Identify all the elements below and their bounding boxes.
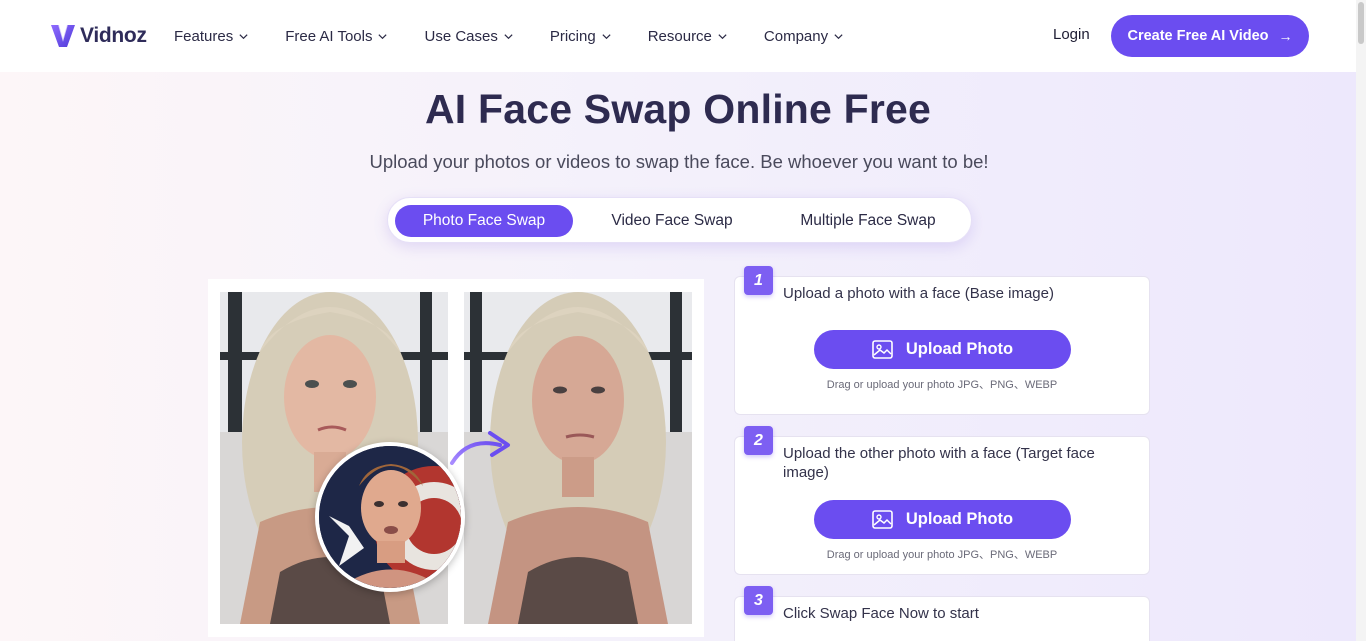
nav-item-label: Features (174, 27, 234, 45)
upload-button-label: Upload Photo (905, 340, 1014, 358)
nav-item-pricing[interactable]: Pricing (550, 24, 612, 48)
chevron-down-icon (602, 33, 611, 39)
upload-hint: Drag or upload your photo JPG、PNG、WEBP (826, 549, 1058, 561)
vidnoz-logo-icon (51, 24, 75, 47)
face-swap-tabs: Photo Face Swap Video Face Swap Multiple… (387, 197, 972, 243)
target-face-avatar (315, 442, 465, 592)
nav-item-use-cases[interactable]: Use Cases (424, 24, 513, 48)
image-icon (872, 340, 893, 359)
tab-photo-face-swap[interactable]: Photo Face Swap (395, 205, 573, 237)
upload-hint: Drag or upload your photo JPG、PNG、WEBP (826, 379, 1058, 391)
chevron-down-icon (834, 33, 843, 39)
logo-text: Vidnoz (80, 24, 147, 47)
logo[interactable]: Vidnoz (48, 20, 147, 52)
curved-arrow-icon (450, 431, 510, 465)
step-badge-3: 3 (744, 586, 773, 615)
chevron-down-icon (504, 33, 513, 39)
upload-button-label: Upload Photo (905, 510, 1014, 528)
page-scrollbar[interactable] (1356, 0, 1366, 641)
nav-item-free-ai-tools[interactable]: Free AI Tools (285, 24, 388, 48)
chevron-down-icon (378, 33, 388, 39)
step-badge-2: 2 (744, 426, 773, 455)
tab-multiple-face-swap[interactable]: Multiple Face Swap (773, 205, 963, 237)
nav-item-resource[interactable]: Resource (648, 24, 728, 48)
step-1-text: Upload a photo with a face (Base image) (783, 285, 1054, 302)
upload-base-photo-button[interactable]: Upload Photo (814, 330, 1071, 369)
create-free-ai-video-button[interactable]: Create Free AI Video → (1111, 15, 1309, 57)
page-subtitle: Upload your photos or videos to swap the… (369, 151, 989, 172)
nav-item-label: Resource (647, 27, 712, 45)
nav-item-features[interactable]: Features (174, 24, 249, 48)
main-nav: Features Free AI Tools Use Cases Pricing… (174, 24, 880, 48)
chevron-down-icon (239, 33, 248, 39)
scrollbar-thumb[interactable] (1358, 2, 1364, 44)
step-badge-1: 1 (744, 266, 773, 295)
nav-item-label: Use Cases (424, 27, 498, 45)
step-2-text: Upload the other photo with a face (Targ… (783, 445, 1095, 481)
upload-target-photo-button[interactable]: Upload Photo (814, 500, 1071, 539)
nav-item-label: Free AI Tools (285, 27, 373, 45)
tab-video-face-swap[interactable]: Video Face Swap (581, 205, 763, 237)
page-title: AI Face Swap Online Free (424, 86, 932, 132)
nav-item-label: Pricing (549, 27, 596, 45)
chevron-down-icon (718, 33, 727, 39)
step-3-text: Click Swap Face Now to start (783, 605, 979, 622)
arrow-right-icon: → (1278, 28, 1293, 44)
demo-image-card (208, 279, 704, 637)
cta-label: Create Free AI Video (1127, 28, 1269, 44)
site-header: Vidnoz Features Free AI Tools Use Cases … (0, 0, 1356, 72)
image-icon (872, 510, 893, 529)
nav-item-company[interactable]: Company (764, 24, 844, 48)
login-link[interactable]: Login (1053, 26, 1090, 43)
nav-item-label: Company (763, 27, 829, 45)
